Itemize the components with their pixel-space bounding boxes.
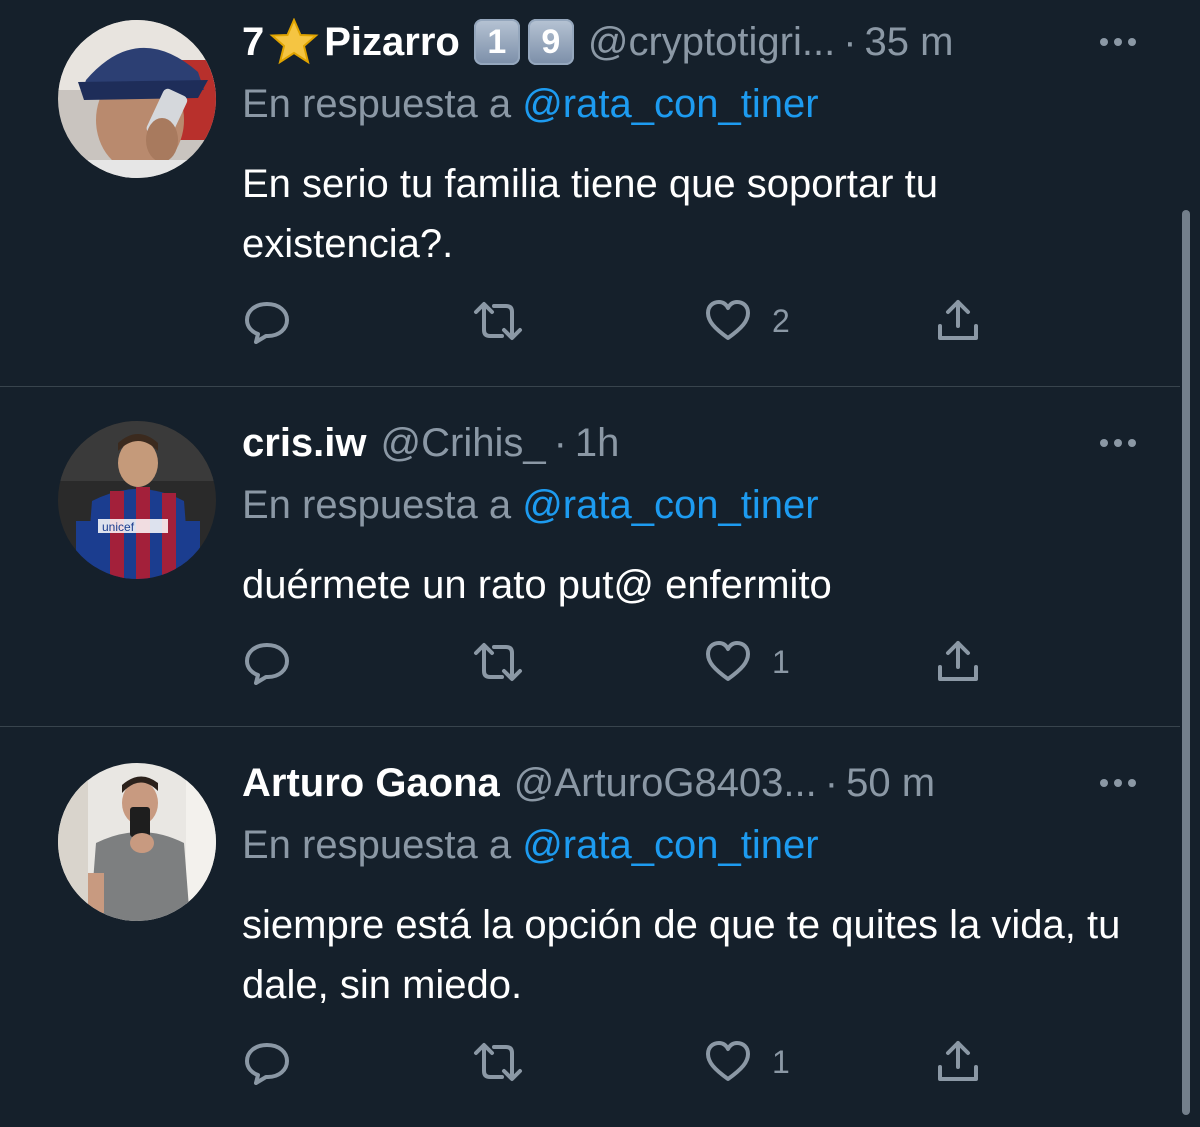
star-emoji-icon bbox=[269, 18, 319, 65]
more-options-icon[interactable] bbox=[1096, 22, 1140, 62]
reply-feed: 7 Pizarro 1 9 @cryptotigri... · 35 m En … bbox=[0, 0, 1200, 1127]
retweet-icon bbox=[474, 1043, 522, 1081]
like-button[interactable]: 2 bbox=[704, 296, 790, 346]
keycap-badge: 1 bbox=[473, 19, 520, 65]
retweet-button[interactable] bbox=[470, 637, 526, 687]
retweet-button[interactable] bbox=[470, 296, 526, 346]
timestamp[interactable]: 50 m bbox=[846, 761, 935, 806]
handle[interactable]: @Crihis_ bbox=[381, 421, 546, 466]
avatar-mirror-selfie-image bbox=[58, 763, 216, 921]
share-button[interactable] bbox=[936, 637, 980, 687]
reply-label: En respuesta a bbox=[242, 82, 512, 126]
tweet-text: duérmete un rato put@ enfermito bbox=[242, 563, 832, 607]
more-options-icon[interactable] bbox=[1096, 423, 1140, 463]
retweet-icon bbox=[474, 302, 522, 340]
like-count: 1 bbox=[772, 1043, 790, 1080]
avatar-soccer-jersey-image: unicef bbox=[58, 421, 216, 579]
like-button[interactable]: 1 bbox=[704, 637, 790, 687]
reply-mention-link[interactable]: @rata_con_tiner bbox=[522, 483, 818, 527]
tweet-header: Arturo Gaona @ArturoG8403... · 50 m bbox=[242, 755, 1140, 811]
reply-context: En respuesta a @rata_con_tiner bbox=[242, 823, 819, 868]
svg-text:unicef: unicef bbox=[102, 520, 135, 534]
share-button[interactable] bbox=[936, 1037, 980, 1087]
heart-icon bbox=[706, 641, 750, 681]
tweet[interactable]: Arturo Gaona @ArturoG8403... · 50 m En r… bbox=[0, 727, 1180, 1127]
separator-dot: · bbox=[824, 760, 839, 805]
like-count: 2 bbox=[772, 302, 790, 339]
keycap-badge: 9 bbox=[527, 19, 574, 65]
reply-icon bbox=[245, 1043, 289, 1085]
heart-icon bbox=[706, 1041, 750, 1081]
reply-context: En respuesta a @rata_con_tiner bbox=[242, 82, 819, 127]
tweet-text: siempre está la opción de que te quites … bbox=[242, 903, 1121, 1007]
retweet-button[interactable] bbox=[470, 1037, 526, 1087]
display-name[interactable]: cris.iw bbox=[242, 421, 367, 466]
heart-icon bbox=[706, 300, 750, 340]
tweet-text: En serio tu familia tiene que soportar t… bbox=[242, 162, 938, 266]
reply-mention-link[interactable]: @rata_con_tiner bbox=[522, 823, 818, 867]
reply-icon bbox=[245, 643, 289, 685]
share-icon bbox=[938, 641, 978, 681]
avatar-cap-phone-image bbox=[58, 20, 216, 178]
name-text: Pizarro bbox=[324, 19, 460, 64]
reply-button[interactable] bbox=[242, 1037, 292, 1087]
avatar[interactable]: unicef bbox=[58, 421, 216, 579]
tweet-header: 7 Pizarro 1 9 @cryptotigri... · 35 m bbox=[242, 14, 1140, 70]
share-button[interactable] bbox=[936, 296, 980, 346]
reply-label: En respuesta a bbox=[242, 483, 512, 527]
tweet[interactable]: 7 Pizarro 1 9 @cryptotigri... · 35 m En … bbox=[0, 0, 1180, 386]
reply-button[interactable] bbox=[242, 637, 292, 687]
reply-icon bbox=[245, 302, 289, 344]
tweet-header: cris.iw @Crihis_ · 1h bbox=[242, 415, 1140, 471]
action-bar: 1 bbox=[242, 637, 1002, 687]
action-bar: 1 bbox=[242, 1037, 1002, 1087]
like-button[interactable]: 1 bbox=[704, 1037, 790, 1087]
name-prefix: 7 bbox=[242, 19, 265, 64]
action-bar: 2 bbox=[242, 296, 1002, 346]
more-options-icon[interactable] bbox=[1096, 763, 1140, 803]
scrollbar[interactable] bbox=[1182, 210, 1190, 1115]
reply-button[interactable] bbox=[242, 296, 292, 346]
reply-context: En respuesta a @rata_con_tiner bbox=[242, 483, 819, 528]
reply-label: En respuesta a bbox=[242, 823, 512, 867]
reply-mention-link[interactable]: @rata_con_tiner bbox=[522, 82, 818, 126]
retweet-icon bbox=[474, 643, 522, 681]
tweet[interactable]: unicef cris.iw @Crihis_ · 1h En respuest… bbox=[0, 387, 1180, 726]
timestamp[interactable]: 35 m bbox=[865, 20, 954, 65]
avatar[interactable] bbox=[58, 763, 216, 921]
timestamp[interactable]: 1h bbox=[575, 421, 620, 466]
share-icon bbox=[938, 300, 978, 340]
display-name[interactable]: 7 Pizarro 1 9 bbox=[242, 18, 574, 66]
handle[interactable]: @cryptotigri... bbox=[588, 20, 835, 65]
separator-dot: · bbox=[843, 19, 857, 64]
display-name[interactable]: Arturo Gaona bbox=[242, 761, 500, 806]
like-count: 1 bbox=[772, 643, 790, 680]
handle[interactable]: @ArturoG8403... bbox=[514, 761, 817, 806]
avatar[interactable] bbox=[58, 20, 216, 178]
share-icon bbox=[938, 1041, 978, 1081]
separator-dot: · bbox=[553, 420, 567, 465]
